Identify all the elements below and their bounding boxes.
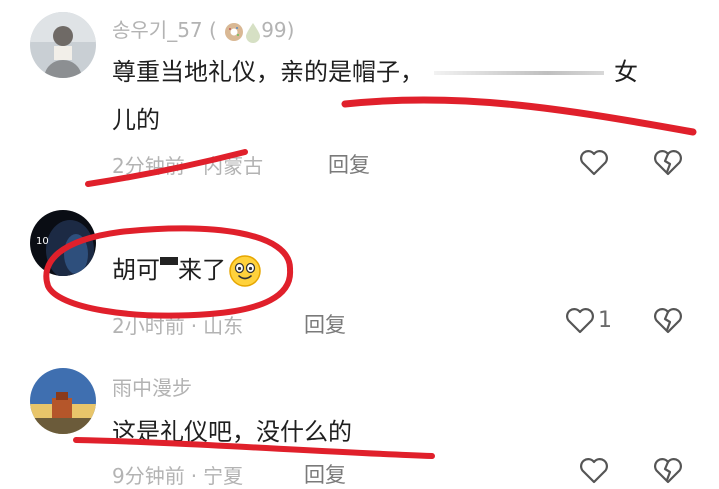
broken-heart-icon[interactable]	[652, 304, 684, 336]
broken-heart-icon[interactable]	[652, 146, 684, 178]
reply-button[interactable]: 回复	[304, 459, 346, 489]
comment-item-2: 10 胡可 来了 2小时前 · 山东 回复 1	[0, 200, 719, 360]
comment-item-1: 송우기_57 ( 99) 尊重当地礼仪，亲的是帽子，女 儿的 2分钟前 · 内蒙古 …	[0, 0, 719, 200]
heart-icon[interactable]	[578, 454, 610, 486]
donut-badge-icon	[225, 22, 244, 41]
location: 内蒙古	[203, 154, 264, 178]
redacted-text	[434, 71, 604, 75]
comment-item-3: 雨中漫步 这是礼仪吧，没什么的 9分钟前 · 宁夏 回复	[0, 360, 719, 488]
like-count: 1	[598, 308, 612, 333]
reply-button[interactable]: 回复	[304, 309, 346, 339]
comment-meta: 2分钟前 · 内蒙古	[112, 154, 264, 178]
timestamp: 2小时前	[112, 314, 185, 338]
drop-badge-icon	[246, 22, 261, 43]
comment-text: 这是礼仪吧，没什么的	[112, 418, 352, 446]
username[interactable]: 송우기_57 ( 99)	[112, 14, 294, 43]
comment-text: 尊重当地礼仪，亲的是帽子，女	[112, 58, 638, 86]
avatar[interactable]	[30, 12, 96, 78]
comment-text-line2: 儿的	[112, 106, 160, 134]
avatar[interactable]: 10	[30, 210, 96, 276]
location: 山东	[203, 314, 244, 338]
avatar[interactable]	[30, 368, 96, 434]
broken-heart-icon[interactable]	[652, 454, 684, 486]
heart-icon[interactable]	[578, 146, 610, 178]
timestamp: 2分钟前	[112, 154, 185, 178]
redacted-text	[160, 257, 178, 265]
avatar-label: 10	[36, 236, 49, 247]
heart-icon[interactable]	[564, 304, 596, 336]
username[interactable]: 雨中漫步	[112, 372, 192, 401]
reply-button[interactable]: 回复	[328, 149, 370, 179]
comment-meta: 9分钟前 · 宁夏	[112, 464, 244, 488]
smile-emoji-icon	[229, 255, 261, 287]
comment-text: 胡可 来了	[112, 248, 262, 292]
timestamp: 9分钟前	[112, 464, 185, 488]
location: 宁夏	[203, 464, 244, 488]
comment-meta: 2小时前 · 山东	[112, 314, 244, 338]
badge: ( 99)	[209, 18, 295, 43]
